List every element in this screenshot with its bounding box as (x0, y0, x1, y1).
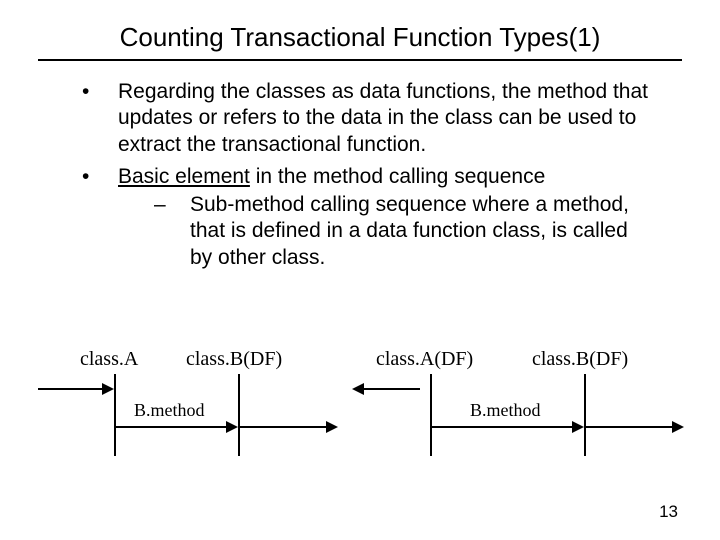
sub-bullet-1-text: Sub-method calling sequence where a meth… (190, 193, 629, 269)
label-class-a: class.A (80, 348, 138, 371)
bullet-dot: • (82, 164, 89, 190)
arrow-head-icon (226, 421, 238, 433)
arrow-head-icon (326, 421, 338, 433)
sequence-diagram: class.A class.B(DF) class.A(DF) class.B(… (38, 348, 682, 488)
slide-title: Counting Transactional Function Types(1) (38, 22, 682, 61)
label-class-b-df-1: class.B(DF) (186, 348, 282, 371)
arrow-line (586, 426, 674, 428)
sub-dash: – (154, 192, 166, 218)
arrow-line (240, 426, 328, 428)
arrow-head-icon (572, 421, 584, 433)
arrow-head-icon (672, 421, 684, 433)
label-class-b-df-2: class.B(DF) (532, 348, 628, 371)
label-b-method-right: B.method (470, 400, 541, 421)
sub-bullet-1: – Sub-method calling sequence where a me… (118, 192, 652, 271)
bullet-2-rest: in the method calling sequence (250, 165, 545, 188)
bullet-1: • Regarding the classes as data function… (82, 79, 652, 158)
bullet-1-text: Regarding the classes as data functions,… (118, 80, 648, 156)
lifeline (114, 374, 116, 456)
arrow-head-icon (102, 383, 114, 395)
arrow-head-icon (352, 383, 364, 395)
label-b-method-left: B.method (134, 400, 205, 421)
arrow-line (362, 388, 420, 390)
bullet-2-lead: Basic element (118, 165, 250, 188)
page-number: 13 (659, 502, 678, 522)
bullet-list: • Regarding the classes as data function… (82, 79, 652, 271)
lifeline (430, 374, 432, 456)
arrow-line (38, 388, 104, 390)
bullet-2: • Basic element in the method calling se… (82, 164, 652, 271)
lifeline (584, 374, 586, 456)
arrow-line (116, 426, 228, 428)
label-class-a-df: class.A(DF) (376, 348, 473, 371)
arrow-line (432, 426, 574, 428)
lifeline (238, 374, 240, 456)
bullet-dot: • (82, 79, 89, 105)
